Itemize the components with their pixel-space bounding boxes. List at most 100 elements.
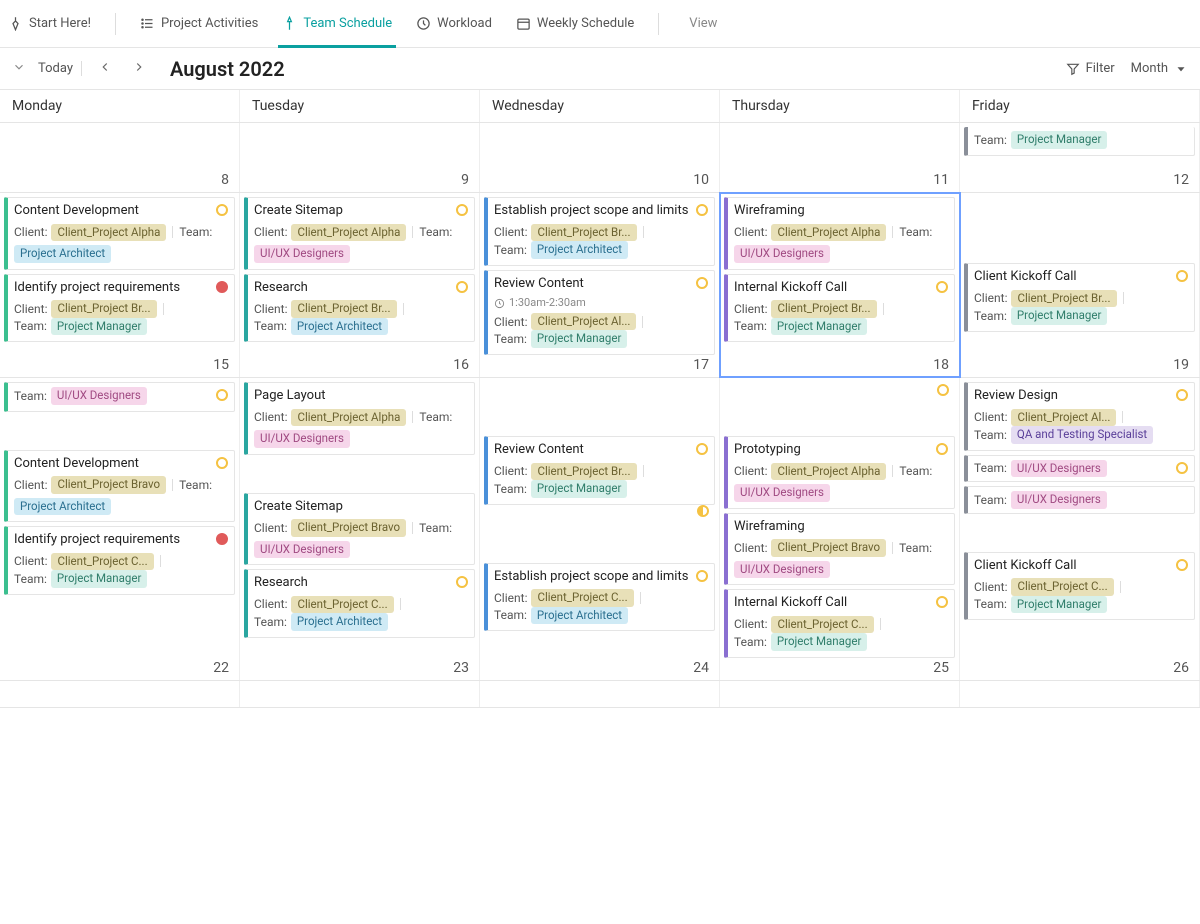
status-dot-icon bbox=[216, 204, 228, 216]
calendar-icon bbox=[516, 16, 531, 31]
day-cell[interactable]: Content Development Client:Client_Projec… bbox=[0, 193, 240, 377]
day-cell[interactable]: Review Design Client:Client_Project Al..… bbox=[960, 378, 1200, 680]
tab-separator bbox=[658, 13, 659, 35]
status-dot-icon bbox=[456, 204, 468, 216]
filter-label: Filter bbox=[1086, 61, 1115, 76]
event-card[interactable]: Wireframing Client:Client_Project BravoT… bbox=[724, 513, 955, 586]
event-card[interactable]: Establish project scope and limits Clien… bbox=[484, 197, 715, 266]
event-card[interactable]: Create Sitemap Client:Client_Project Alp… bbox=[244, 197, 475, 270]
event-card[interactable]: Establish project scope and limits Clien… bbox=[484, 563, 715, 632]
event-card[interactable]: Internal Kickoff Call Client:Client_Proj… bbox=[724, 274, 955, 343]
tab-weekly-schedule-label: Weekly Schedule bbox=[537, 16, 634, 31]
event-card[interactable]: Identify project requirements Client:Cli… bbox=[4, 526, 235, 595]
event-card[interactable]: Create Sitemap Client:Client_Project Bra… bbox=[244, 493, 475, 566]
event-card[interactable]: Research Client:Client_Project C... Team… bbox=[244, 569, 475, 638]
team-label: Team: bbox=[899, 463, 932, 479]
prev-button[interactable] bbox=[94, 56, 116, 82]
team-label: Team: bbox=[14, 571, 47, 587]
add-view-button[interactable]: View bbox=[683, 16, 717, 31]
filter-button[interactable]: Filter bbox=[1066, 61, 1115, 76]
day-cell[interactable]: 9 bbox=[240, 123, 480, 192]
event-card[interactable]: Review Content Client:Client_Project Br.… bbox=[484, 436, 715, 505]
team-chip: QA and Testing Specialist bbox=[1011, 426, 1153, 444]
status-dot-icon bbox=[1176, 389, 1188, 401]
event-card[interactable]: Client Kickoff Call Client:Client_Projec… bbox=[964, 552, 1195, 621]
event-card[interactable]: Review Design Client:Client_Project Al..… bbox=[964, 382, 1195, 451]
event-card[interactable]: Client Kickoff Call Client:Client_Projec… bbox=[964, 263, 1195, 332]
tab-team-schedule[interactable]: Team Schedule bbox=[282, 0, 392, 47]
event-card[interactable]: Team:UI/UX Designers bbox=[964, 486, 1195, 514]
client-label: Client: bbox=[14, 553, 47, 569]
date-number: 26 bbox=[1173, 660, 1189, 676]
date-number: 24 bbox=[693, 660, 709, 676]
event-card[interactable]: Team:UI/UX Designers bbox=[964, 455, 1195, 483]
event-card[interactable]: Wireframing Client:Client_Project AlphaT… bbox=[724, 197, 955, 270]
client-label: Client: bbox=[254, 224, 287, 240]
day-cell[interactable]: Create Sitemap Client:Client_Project Alp… bbox=[240, 193, 480, 377]
team-chip: Project Manager bbox=[1011, 131, 1107, 149]
day-cell[interactable]: Review Content Client:Client_Project Br.… bbox=[480, 378, 720, 680]
chevron-left-icon bbox=[98, 60, 112, 74]
team-label: Team: bbox=[899, 224, 932, 240]
day-header: Monday bbox=[0, 90, 240, 122]
day-header: Wednesday bbox=[480, 90, 720, 122]
day-cell[interactable]: Client Kickoff Call Client:Client_Projec… bbox=[960, 193, 1200, 377]
client-label: Client: bbox=[14, 477, 47, 493]
team-label: Team: bbox=[14, 318, 47, 334]
team-label: Team: bbox=[179, 224, 212, 240]
tab-project-activities[interactable]: Project Activities bbox=[140, 0, 258, 47]
day-cell[interactable]: 10 bbox=[480, 123, 720, 192]
team-chip: Project Manager bbox=[1011, 596, 1107, 614]
day-cell[interactable]: Team:UI/UX Designers Content Development… bbox=[0, 378, 240, 680]
day-cell[interactable]: Team:Project Manager 12 bbox=[960, 123, 1200, 192]
day-cell[interactable]: Page Layout Client:Client_Project AlphaT… bbox=[240, 378, 480, 680]
event-card[interactable]: Prototyping Client:Client_Project AlphaT… bbox=[724, 436, 955, 509]
client-label: Client: bbox=[254, 520, 287, 536]
event-card[interactable]: Team:UI/UX Designers bbox=[4, 382, 235, 412]
day-cell[interactable]: 8 bbox=[0, 123, 240, 192]
day-cell[interactable]: 11 bbox=[720, 123, 960, 192]
day-cell[interactable] bbox=[960, 681, 1200, 707]
tab-separator bbox=[115, 13, 116, 35]
date-number: 16 bbox=[453, 357, 469, 373]
client-chip: Client_Project Alpha bbox=[291, 224, 406, 242]
team-chip: UI/UX Designers bbox=[51, 387, 147, 405]
team-chip: UI/UX Designers bbox=[254, 541, 350, 559]
event-card[interactable]: Content Development Client:Client_Projec… bbox=[4, 450, 235, 523]
status-dot-icon bbox=[696, 277, 708, 289]
next-button[interactable] bbox=[128, 56, 150, 82]
expand-caret[interactable] bbox=[12, 60, 26, 78]
tab-workload[interactable]: Workload bbox=[416, 0, 492, 47]
team-chip: UI/UX Designers bbox=[1011, 491, 1107, 509]
team-chip: Project Architect bbox=[531, 607, 628, 625]
client-label: Client: bbox=[734, 224, 767, 240]
day-cell[interactable] bbox=[0, 681, 240, 707]
event-card[interactable]: Page Layout Client:Client_Project AlphaT… bbox=[244, 382, 475, 455]
event-card[interactable]: Team:Project Manager bbox=[964, 127, 1195, 156]
day-cell[interactable]: Establish project scope and limits Clien… bbox=[480, 193, 720, 377]
client-chip: Client_Project Bravo bbox=[51, 476, 166, 494]
team-label: Team: bbox=[494, 242, 527, 258]
tab-weekly-schedule[interactable]: Weekly Schedule bbox=[516, 0, 634, 47]
event-title: Research bbox=[254, 279, 468, 297]
team-chip: UI/UX Designers bbox=[254, 245, 350, 263]
team-label: Team: bbox=[974, 132, 1007, 148]
tab-start-here[interactable]: Start Here! bbox=[8, 0, 91, 47]
event-card[interactable]: Content Development Client:Client_Projec… bbox=[4, 197, 235, 270]
day-cell[interactable] bbox=[240, 681, 480, 707]
event-card[interactable]: Review Content 1:30am-2:30am Client:Clie… bbox=[484, 270, 715, 355]
day-cell[interactable]: Wireframing Client:Client_Project AlphaT… bbox=[720, 193, 960, 377]
event-title: Create Sitemap bbox=[254, 498, 468, 516]
event-card[interactable]: Internal Kickoff Call Client:Client_Proj… bbox=[724, 589, 955, 658]
date-number: 11 bbox=[933, 172, 949, 188]
event-card[interactable]: Identify project requirements Client:Cli… bbox=[4, 274, 235, 343]
day-cell[interactable]: Prototyping Client:Client_Project AlphaT… bbox=[720, 378, 960, 680]
client-chip: Client_Project Bravo bbox=[291, 519, 406, 537]
range-selector[interactable]: Month bbox=[1131, 61, 1188, 76]
today-button[interactable]: Today bbox=[38, 61, 82, 76]
day-cell[interactable] bbox=[480, 681, 720, 707]
client-label: Client: bbox=[734, 463, 767, 479]
week-row: Team:UI/UX Designers Content Development… bbox=[0, 378, 1200, 681]
event-card[interactable]: Research Client:Client_Project Br... Tea… bbox=[244, 274, 475, 343]
day-cell[interactable] bbox=[720, 681, 960, 707]
